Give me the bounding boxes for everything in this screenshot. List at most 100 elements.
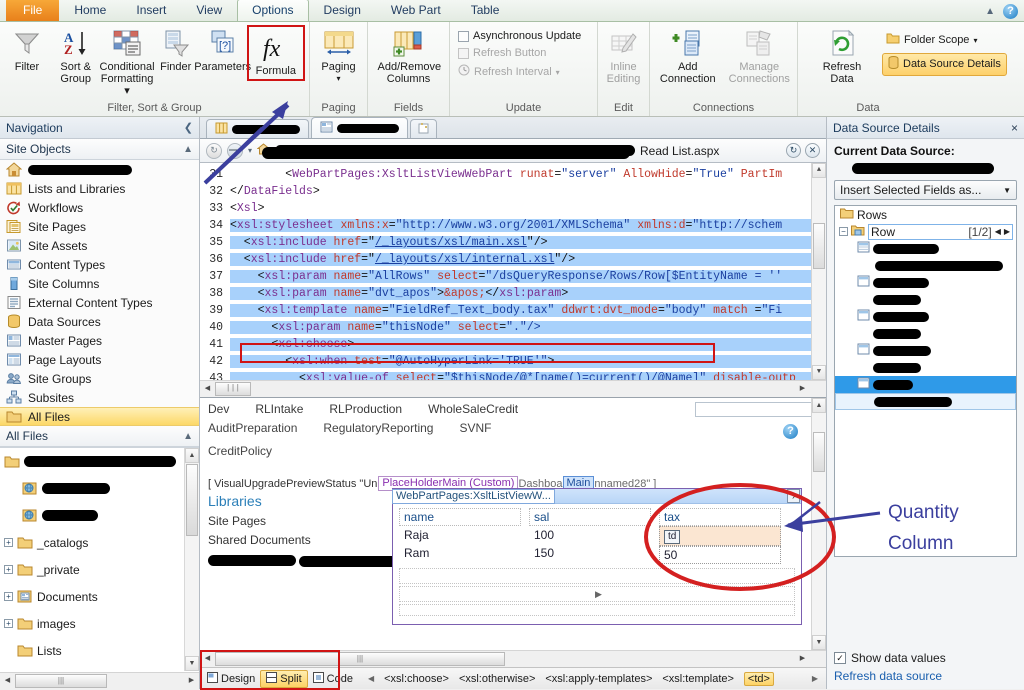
refresh-data-button[interactable]: Refresh Data: [806, 25, 878, 87]
sort-group-button[interactable]: A Z Sort & Group: [50, 25, 101, 87]
sidebar-item-all-files[interactable]: All Files: [0, 407, 199, 426]
tagpath-xsl-template[interactable]: <xsl:template>: [662, 673, 734, 685]
scroll-up-icon[interactable]: ▲: [812, 163, 826, 178]
ribbon-tab-view[interactable]: View: [181, 0, 237, 21]
code-line[interactable]: 39 <xsl:template name="FieldRef_Text_bod…: [200, 302, 826, 319]
tree-row[interactable]: + Documents: [0, 583, 199, 610]
all-files-section-header[interactable]: All Files ▲: [0, 426, 199, 447]
sidebar-item-lists-and-libraries[interactable]: Lists and Libraries: [0, 179, 199, 198]
ribbon-tab-design[interactable]: Design: [309, 0, 376, 21]
code-mode-button[interactable]: Code: [308, 671, 358, 687]
help-icon[interactable]: ?: [1003, 4, 1018, 19]
design-link-regulatoryreporting[interactable]: RegulatoryReporting: [323, 421, 433, 435]
design-link-svnf[interactable]: SVNF: [459, 421, 491, 435]
asynchronous-update-checkbox[interactable]: [458, 31, 469, 42]
code-line[interactable]: 35 <xsl:include href="/_layouts/xsl/main…: [200, 234, 826, 251]
folder-scope-chevron-icon[interactable]: ▾: [973, 34, 977, 47]
webpart-frame[interactable]: WebPartPages:XsltListViewW... › name Raj…: [392, 488, 802, 625]
table-cell-name-2[interactable]: Ram: [399, 544, 521, 562]
table-cell-sal-2[interactable]: 150: [529, 544, 651, 562]
scroll-down-icon[interactable]: ▼: [812, 365, 826, 380]
code-vertical-scrollbar[interactable]: ▲ ▼: [811, 163, 826, 380]
td-tag-chip[interactable]: td: [664, 530, 681, 544]
table-cell-name-1[interactable]: Raja: [399, 526, 521, 544]
folder-scope-row[interactable]: Folder Scope ▾: [882, 30, 1007, 50]
paging-chevron-icon[interactable]: ▾: [336, 73, 340, 85]
all-files-chevron-icon[interactable]: ▲: [183, 431, 193, 442]
document-tab[interactable]: [206, 119, 309, 138]
code-line[interactable]: 42 <xsl:when test="@AutoHyperLink='TRUE'…: [200, 353, 826, 370]
expander-icon[interactable]: +: [4, 619, 13, 628]
code-editor-pane[interactable]: 31 <WebPartPages:XsltListViewWebPart run…: [200, 163, 826, 398]
scroll-right-icon[interactable]: ▶: [795, 652, 810, 667]
tree-field-row[interactable]: [835, 308, 1016, 325]
code-horizontal-scrollbar[interactable]: ◀ ||| ▶: [200, 380, 826, 397]
scroll-left-icon[interactable]: ◀: [200, 382, 215, 397]
scrollbar-thumb[interactable]: |||: [15, 674, 107, 688]
tree-root-rows[interactable]: Rows: [835, 206, 1016, 223]
sidebar-item-data-sources[interactable]: Data Sources: [0, 312, 199, 331]
tree-row[interactable]: [0, 502, 199, 529]
document-tab-active[interactable]: [311, 117, 408, 138]
tagpath-xsl-apply-templates[interactable]: <xsl:apply-templates>: [545, 673, 652, 685]
design-link-creditpolicy[interactable]: CreditPolicy: [208, 444, 272, 458]
scroll-right-icon[interactable]: ▶: [184, 674, 199, 689]
tree-field-row[interactable]: [835, 342, 1016, 359]
tree-row[interactable]: [0, 475, 199, 502]
sidebar-item-site-groups[interactable]: Site Groups: [0, 369, 199, 388]
design-mode-button[interactable]: Design: [202, 671, 260, 687]
refresh-page-icon[interactable]: ↻: [786, 143, 801, 158]
design-link-dev[interactable]: Dev: [208, 402, 229, 416]
collapse-ribbon-icon[interactable]: ▲: [985, 6, 995, 17]
parameters-button[interactable]: [?] Parameters: [194, 25, 251, 75]
document-tab-new[interactable]: [410, 119, 437, 138]
design-link-auditpreparation[interactable]: AuditPreparation: [208, 421, 297, 435]
tagpath-xsl-choose[interactable]: <xsl:choose>: [384, 673, 449, 685]
help-icon[interactable]: ?: [783, 424, 798, 439]
tree-field-row[interactable]: [835, 274, 1016, 291]
webpart-expand-icon[interactable]: ›: [787, 489, 800, 503]
data-source-field-tree[interactable]: Rows − Row [1/2] ◀ ▶: [834, 205, 1017, 557]
code-line[interactable]: 32 </DataFields>: [200, 183, 826, 200]
formula-button[interactable]: fx Formula: [251, 27, 301, 79]
table-header-name[interactable]: name: [399, 508, 521, 526]
site-objects-header[interactable]: Site Objects ▲: [0, 139, 199, 160]
close-icon[interactable]: ✕: [805, 143, 820, 158]
row-prev-icon[interactable]: ◀: [995, 227, 1001, 236]
chevron-down-icon[interactable]: ▼: [1003, 186, 1011, 195]
asynchronous-update-checkbox-row[interactable]: Asynchronous Update: [454, 28, 585, 45]
address-chevron-icon[interactable]: ▾: [248, 146, 252, 155]
finder-button[interactable]: Finder: [153, 25, 199, 75]
scrollbar-thumb[interactable]: |||: [215, 382, 251, 396]
tagpath-xsl-otherwise[interactable]: <xsl:otherwise>: [459, 673, 535, 685]
site-objects-chevron-icon[interactable]: ▲: [183, 144, 193, 155]
code-line[interactable]: 41 <xsl:choose>: [200, 336, 826, 353]
scroll-left-icon[interactable]: ◀: [200, 652, 215, 667]
scrollbar-thumb[interactable]: [813, 432, 825, 472]
tagpath-td-current[interactable]: <td>: [743, 671, 774, 686]
tree-row[interactable]: + images: [0, 610, 199, 637]
scroll-up-icon[interactable]: ▲: [812, 398, 826, 413]
paging-button[interactable]: Paging ▾: [316, 25, 362, 87]
row-next-icon[interactable]: ▶: [1004, 227, 1010, 236]
table-cell-sal-1[interactable]: 100: [529, 526, 651, 544]
back-icon[interactable]: ↻: [206, 142, 222, 159]
show-data-values-row[interactable]: ✓ Show data values: [834, 651, 1017, 665]
tree-row-row[interactable]: − Row [1/2] ◀ ▶: [835, 223, 1016, 240]
code-line[interactable]: 40 <xsl:param name="thisNode" select="."…: [200, 319, 826, 336]
tree-vertical-scrollbar[interactable]: ▲ ▼: [184, 448, 199, 671]
ribbon-tab-table[interactable]: Table: [456, 0, 515, 21]
design-link-rlproduction[interactable]: RLProduction: [329, 402, 402, 416]
sidebar-item-site-pages[interactable]: Site Pages: [0, 217, 199, 236]
tagpath-left-icon[interactable]: ◀: [368, 674, 374, 683]
sidebar-item-subsites[interactable]: Subsites: [0, 388, 199, 407]
table-cell-tax-1[interactable]: td: [659, 526, 781, 546]
sidebar-item-workflows[interactable]: Workflows: [0, 198, 199, 217]
table-cell-tax-2[interactable]: 50: [659, 546, 781, 564]
ribbon-tab-options[interactable]: Options: [237, 0, 309, 21]
design-search-input[interactable]: [695, 402, 826, 417]
forward-icon[interactable]: ⟶: [227, 142, 243, 159]
code-line[interactable]: 33 <Xsl>: [200, 200, 826, 217]
tree-row[interactable]: [0, 448, 199, 475]
collapse-expander-icon[interactable]: −: [839, 227, 848, 236]
